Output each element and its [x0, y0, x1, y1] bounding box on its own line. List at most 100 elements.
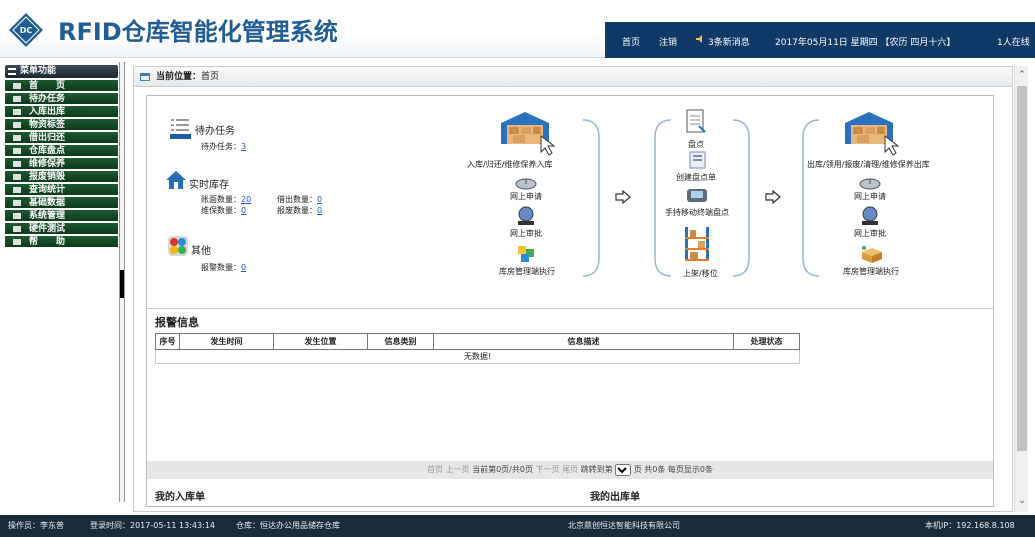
scroll-up-icon[interactable]: ⌃	[1015, 68, 1029, 82]
sidebar-item-query[interactable]: 查询统计	[5, 184, 118, 196]
pager-unit: 页	[633, 465, 642, 474]
alarm-qty-link[interactable]: 0	[241, 263, 246, 272]
menu-item-icon	[13, 109, 21, 115]
other-icon	[168, 236, 188, 256]
sidebar-item-label: 借出归还	[29, 133, 66, 143]
flow-handheld-label: 手持移动终端盘点	[665, 208, 729, 217]
menu-item-icon	[13, 83, 21, 89]
menu-item-icon	[13, 96, 21, 102]
sidebar-item-label: 维修保养	[29, 159, 66, 169]
col-header: 信息描述	[433, 333, 734, 350]
repair-qty-link[interactable]: 0	[241, 206, 246, 215]
status-bar: 操作员：李东普 登录时间：2017-05-11 13:43:14 仓库：恒达办公…	[0, 515, 1035, 537]
pagination-bar: 首页 上一页 当前第0页/共0页 下一页 尾页 跳转到第 页 共0条 每页显示0…	[147, 461, 993, 479]
flow-bracket	[802, 119, 820, 277]
logout-link[interactable]: 注销	[659, 35, 677, 48]
menu-item-icon	[13, 213, 21, 219]
sidebar-item-label: 入库出库	[29, 107, 66, 117]
sidebar-item-label: 硬件测试	[29, 224, 66, 234]
tasks-label: 待办任务：	[201, 142, 241, 151]
alarm-qty-row: 报警数量：0	[201, 262, 246, 273]
pointer-icon	[884, 134, 900, 156]
col-header: 发生位置	[273, 333, 368, 350]
sidebar-item-maintenance[interactable]: 维修保养	[5, 158, 118, 170]
menu-item-icon	[13, 135, 21, 141]
book-qty-link[interactable]: 20	[241, 195, 251, 204]
table-row: 无数据!	[155, 349, 800, 364]
menu-title: 菜单功能	[20, 66, 57, 76]
sidebar-item-label: 物资标签	[29, 120, 66, 130]
page-select[interactable]	[615, 463, 632, 476]
sidebar-item-label: 报废销毁	[29, 172, 66, 182]
table-header-row: 序号 发生时间 发生位置 信息类别 信息描述 处理状态	[155, 333, 800, 350]
mouse-icon	[515, 178, 537, 190]
pager-jump-label: 跳转到第	[580, 465, 613, 474]
messages-link[interactable]: 3条新消息	[708, 35, 750, 48]
tasks-count-link[interactable]: 3	[241, 142, 246, 151]
app-title: RFID仓库智能化管理系统	[58, 18, 338, 46]
sidebar-item-hwtest[interactable]: 硬件测试	[5, 223, 118, 235]
sidebar-item-label: 仓库盘点	[29, 146, 66, 156]
sidebar-item-tags[interactable]: 物资标签	[5, 119, 118, 131]
col-header: 序号	[155, 333, 180, 350]
box-icon	[862, 246, 882, 263]
book-qty-row: 账面数量：20	[201, 194, 251, 205]
stock-title: 实时库存	[189, 180, 229, 191]
empty-message: 无数据!	[155, 349, 800, 364]
arrow-right-icon	[765, 190, 781, 204]
section-divider	[147, 308, 993, 309]
sidebar-item-tasks[interactable]: 待办任务	[5, 93, 118, 105]
page-icon	[140, 73, 150, 81]
breadcrumb-prefix: 当前位置：	[156, 72, 202, 82]
pointer-icon	[540, 134, 556, 156]
col-header: 处理状态	[733, 333, 800, 350]
flow-bracket	[582, 119, 600, 277]
sidebar: 菜单功能 首 页 待办任务 入库出库 物资标签 借出归还 仓库盘点 维修保养 报…	[0, 58, 125, 515]
repair-qty-row: 维保数量：0	[201, 205, 246, 216]
pager-total: 共0条 每页显示0条	[644, 465, 713, 474]
lend-label: 借出数量：	[277, 195, 317, 204]
flow-shelve-label: 上架/移位	[683, 269, 718, 278]
sidebar-item-basedata[interactable]: 基础数据	[5, 197, 118, 209]
logo-text: DC	[20, 26, 33, 35]
menu-item-icon	[13, 174, 21, 180]
menu-grid-icon	[8, 68, 16, 75]
sidebar-item-label: 系统管理	[29, 211, 66, 221]
flow-approve2-label: 网上审批	[854, 229, 886, 238]
sidebar-item-home[interactable]: 首 页	[5, 80, 118, 92]
home-link[interactable]: 首页	[622, 35, 640, 48]
sidebar-item-scrap[interactable]: 报废销毁	[5, 171, 118, 183]
sidebar-item-label: 首 页	[29, 81, 66, 91]
my-inbound-title: 我的入库单	[155, 492, 205, 503]
lend-qty-link[interactable]: 0	[317, 195, 322, 204]
scroll-thumb[interactable]	[1017, 86, 1027, 451]
menu-item-icon	[13, 226, 21, 232]
scroll-down-icon[interactable]: ⌄	[1015, 494, 1029, 508]
pager-prev[interactable]: 上一页	[446, 465, 470, 474]
menu-item-icon	[13, 122, 21, 128]
login-time: 登录时间：2017-05-11 13:43:14	[90, 521, 215, 530]
sidebar-item-help[interactable]: 帮 助	[5, 236, 118, 248]
sidebar-item-inout[interactable]: 入库出库	[5, 106, 118, 118]
flow-create-check-label: 创建盘点单	[676, 173, 716, 182]
sidebar-item-inventory[interactable]: 仓库盘点	[5, 145, 118, 157]
menu-item-icon	[13, 148, 21, 154]
pager-first[interactable]: 首页	[427, 465, 443, 474]
clipboard-icon	[686, 109, 706, 133]
tasks-row: 待办任务：3	[201, 141, 246, 152]
local-ip: 本机IP：192.168.8.108	[925, 521, 1015, 530]
flow-bracket	[654, 119, 672, 277]
pager-last[interactable]: 尾页	[562, 465, 578, 474]
scrap-qty-link[interactable]: 0	[317, 206, 322, 215]
vertical-scrollbar[interactable]: ⌃ ⌄	[1014, 66, 1028, 512]
task-list-icon	[170, 119, 191, 139]
scrap-qty-row: 报废数量：0	[277, 205, 322, 216]
flow-apply1-label: 网上申请	[510, 192, 542, 201]
pager-next[interactable]: 下一页	[536, 465, 560, 474]
arrow-right-icon	[615, 190, 631, 204]
sidebar-item-lend[interactable]: 借出归还	[5, 132, 118, 144]
splitter-handle[interactable]	[120, 270, 124, 298]
cubes-icon	[518, 246, 534, 262]
flow-outbound-label: 出库/领用/报废/清理/维修保养出库	[807, 160, 930, 169]
sidebar-item-system[interactable]: 系统管理	[5, 210, 118, 222]
